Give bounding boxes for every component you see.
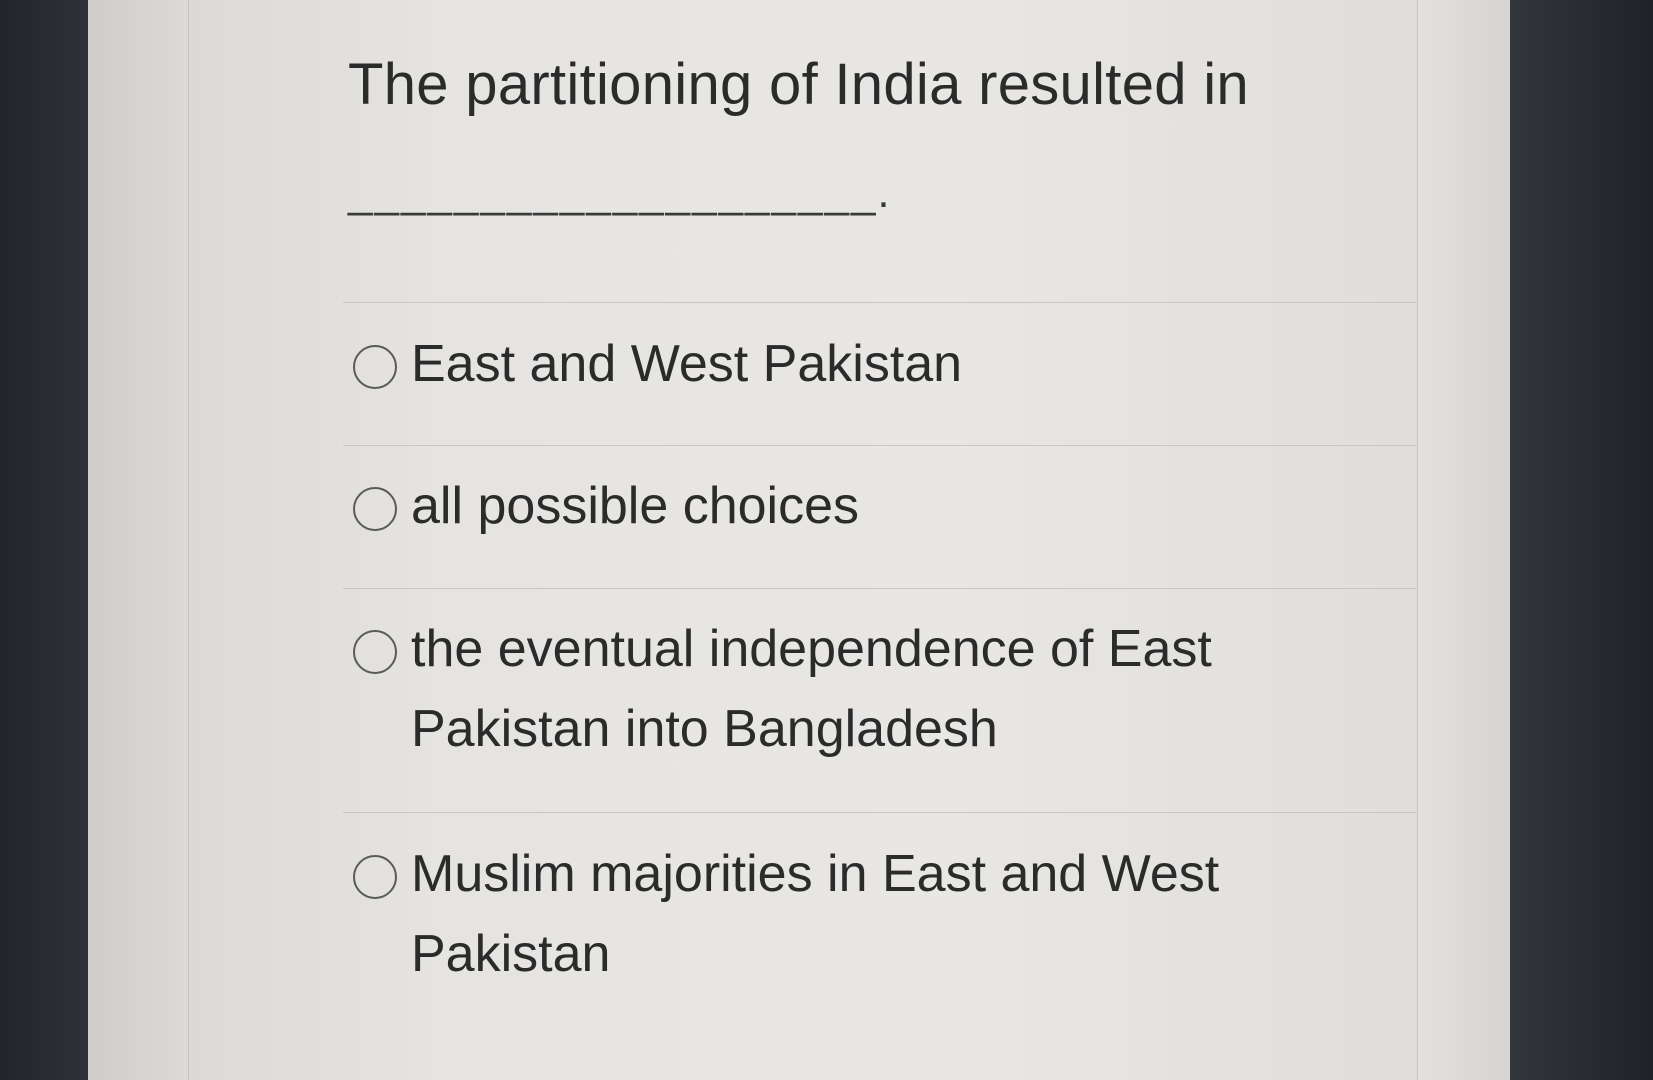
divider <box>343 302 1418 303</box>
option-label: the eventual independence of East Pakist… <box>411 620 1212 758</box>
quiz-screen: The partitioning of India resulted in __… <box>88 0 1513 1080</box>
option-label: Muslim majorities in East and West Pakis… <box>411 845 1220 983</box>
answer-blank: ____________________. <box>348 168 892 217</box>
question-card: The partitioning of India resulted in __… <box>188 0 1418 1080</box>
divider <box>343 588 1418 589</box>
page-margin-right <box>1417 0 1513 1080</box>
question-text: The partitioning of India resulted in <box>348 52 1249 117</box>
answer-option-2[interactable]: all possible choices <box>353 477 1353 546</box>
radio-button-icon[interactable] <box>353 630 397 674</box>
page-margin-left <box>88 0 189 1080</box>
radio-button-icon[interactable] <box>353 345 397 389</box>
divider <box>343 812 1418 813</box>
answer-option-1[interactable]: East and West Pakistan <box>353 335 1353 404</box>
radio-button-icon[interactable] <box>353 855 397 899</box>
radio-button-icon[interactable] <box>353 487 397 531</box>
answer-option-4[interactable]: Muslim majorities in East and West Pakis… <box>353 845 1353 994</box>
answer-option-3[interactable]: the eventual independence of East Pakist… <box>353 620 1353 769</box>
option-label: all possible choices <box>411 477 860 535</box>
divider <box>343 445 1418 446</box>
screen-bezel-left <box>0 0 90 1080</box>
option-label: East and West Pakistan <box>411 335 963 393</box>
screen-bezel-right <box>1510 0 1653 1080</box>
